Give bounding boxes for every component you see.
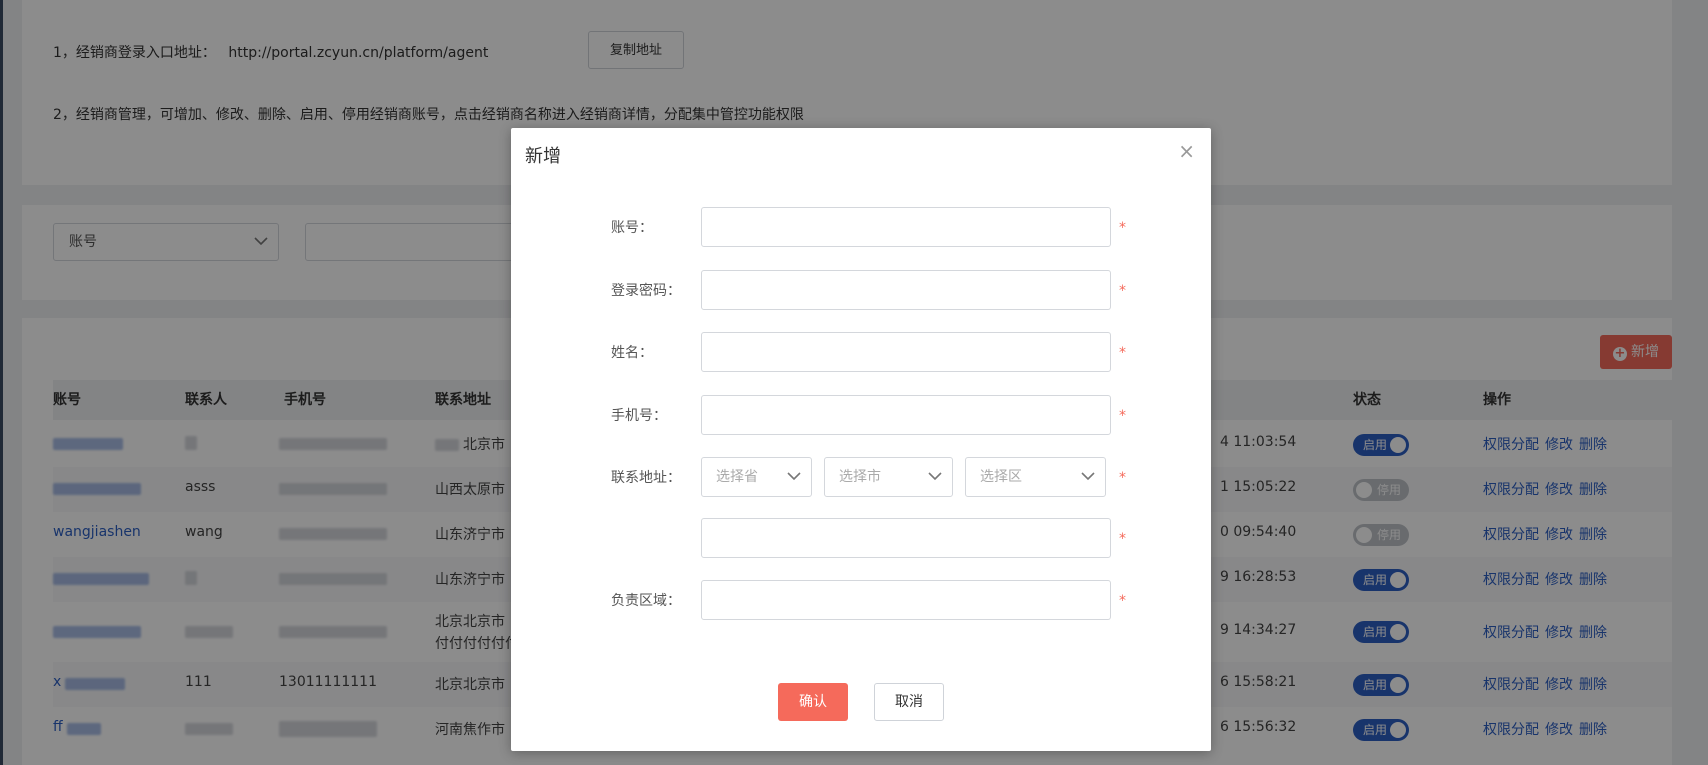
required-mark: * <box>1119 470 1126 486</box>
required-mark: * <box>1119 283 1126 299</box>
province-placeholder: 选择省 <box>716 469 758 485</box>
region-label: 负责区域： <box>611 593 681 609</box>
region-input[interactable] <box>701 580 1111 620</box>
account-label: 账号： <box>611 220 653 236</box>
required-mark: * <box>1119 593 1126 609</box>
password-input[interactable] <box>701 270 1111 310</box>
close-icon[interactable]: × <box>1178 141 1195 161</box>
add-agent-dialog: 新增 × 账号： * 登录密码： * 姓名： * 手机号： * 联系地址： 选择… <box>511 128 1211 751</box>
city-placeholder: 选择市 <box>839 469 881 485</box>
name-input[interactable] <box>701 332 1111 372</box>
account-input[interactable] <box>701 207 1111 247</box>
district-select[interactable]: 选择区 <box>965 457 1106 497</box>
phone-input[interactable] <box>701 395 1111 435</box>
confirm-button[interactable]: 确认 <box>778 683 848 721</box>
chevron-down-icon <box>787 472 801 481</box>
dialog-title: 新增 <box>525 146 561 167</box>
address-label: 联系地址： <box>611 470 681 486</box>
phone-label: 手机号： <box>611 408 667 424</box>
required-mark: * <box>1119 220 1126 236</box>
required-mark: * <box>1119 531 1126 547</box>
chevron-down-icon <box>1081 472 1095 481</box>
detailed-address-input[interactable] <box>701 518 1111 558</box>
chevron-down-icon <box>928 472 942 481</box>
district-placeholder: 选择区 <box>980 469 1022 485</box>
required-mark: * <box>1119 345 1126 361</box>
province-select[interactable]: 选择省 <box>701 457 812 497</box>
name-label: 姓名： <box>611 345 653 361</box>
password-label: 登录密码： <box>611 283 681 299</box>
cancel-button[interactable]: 取消 <box>874 683 944 721</box>
required-mark: * <box>1119 408 1126 424</box>
city-select[interactable]: 选择市 <box>824 457 953 497</box>
